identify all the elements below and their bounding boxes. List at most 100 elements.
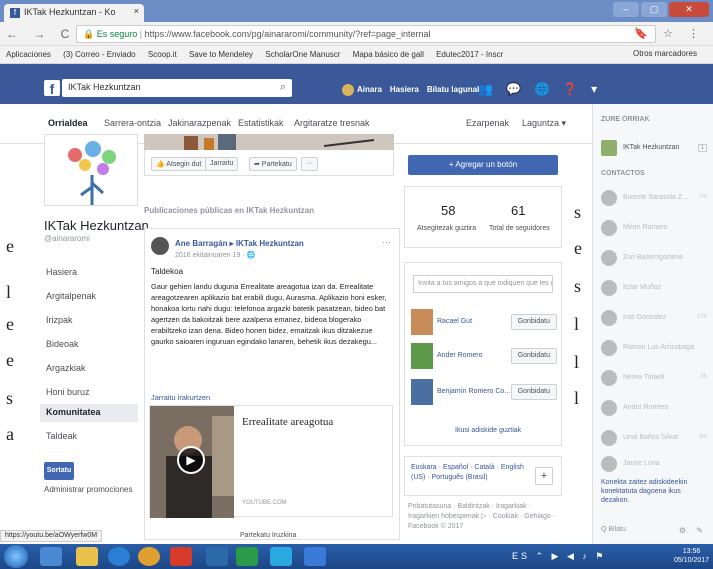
user-name[interactable]: Ainara bbox=[357, 85, 382, 94]
excel-icon[interactable] bbox=[236, 547, 258, 566]
add-button[interactable]: + Agregar un botón bbox=[408, 155, 558, 175]
network-icon[interactable] bbox=[206, 547, 228, 566]
tab-insights[interactable]: Estatistikak bbox=[238, 118, 284, 128]
left-nav-about[interactable]: Honi buruz bbox=[40, 384, 138, 402]
home-link[interactable]: Hasiera bbox=[390, 85, 419, 94]
bookmark-apps[interactable]: Aplicaciones bbox=[6, 50, 51, 59]
invite-button[interactable]: Gonbidatu bbox=[510, 384, 557, 400]
contact-name: Itziar Muñoz bbox=[623, 284, 662, 291]
avatar[interactable] bbox=[411, 309, 433, 335]
add-language-button[interactable]: + bbox=[535, 467, 553, 485]
invite-button[interactable]: Gonbidatu bbox=[510, 314, 557, 330]
more-button[interactable]: ··· bbox=[301, 157, 318, 171]
post-options-icon[interactable]: ··· bbox=[382, 237, 391, 247]
search-icon[interactable]: ⌕ bbox=[280, 81, 286, 94]
skype-icon[interactable] bbox=[270, 547, 292, 566]
contact-row[interactable]: Unai Baños Silvat 3m bbox=[601, 430, 707, 448]
left-nav-videos[interactable]: Bideoak bbox=[40, 336, 138, 354]
tab-page[interactable]: Orrialdea bbox=[48, 118, 88, 128]
notification-icons[interactable]: 👥 💬 🌐 ❓ ▾ bbox=[478, 82, 602, 96]
left-nav-photos[interactable]: Argazkiak bbox=[40, 360, 138, 378]
see-all-friends-link[interactable]: Ikusi adiskide guztiak bbox=[455, 427, 521, 434]
clock[interactable]: 13:56 05/10/2017 bbox=[674, 547, 709, 565]
avatar[interactable] bbox=[411, 379, 433, 405]
tab-inbox[interactable]: Sarrera-ontzia bbox=[104, 118, 161, 128]
contact-row[interactable]: Ramon Lus Arrizabaga bbox=[601, 340, 707, 358]
invite-search-input[interactable]: Invita a tus amigos a que indiquen que l… bbox=[413, 275, 553, 293]
friend-name[interactable]: Benjamín Romero Co... bbox=[437, 388, 510, 395]
url-input[interactable]: 🔒 Es seguro | https://www.facebook.com/p… bbox=[76, 25, 656, 43]
chat-note[interactable]: Konekta zaitez adiskideekin konektatuta … bbox=[601, 478, 707, 505]
contact-row[interactable]: Itziar Muñoz bbox=[601, 280, 707, 298]
other-bookmarks[interactable]: Otros marcadores bbox=[632, 49, 697, 58]
explorer-icon[interactable] bbox=[40, 547, 62, 566]
video-thumbnail[interactable]: ▶ bbox=[150, 406, 234, 518]
page-shortcut[interactable]: IKTak Hezkuntzan 1 bbox=[601, 140, 707, 158]
left-nav-home[interactable]: Hasiera bbox=[40, 264, 138, 282]
friend-name[interactable]: Ander Romero bbox=[437, 352, 483, 359]
tab-publishing-tools[interactable]: Argitaratze tresnak bbox=[294, 118, 370, 128]
word-icon[interactable] bbox=[304, 547, 326, 566]
avatar[interactable] bbox=[411, 343, 433, 369]
follow-button[interactable]: Jarraitu bbox=[205, 157, 239, 171]
friend-name[interactable]: Racael Gut bbox=[437, 318, 472, 325]
bookmark-mendeley[interactable]: Save to Mendeley bbox=[189, 50, 253, 59]
play-icon[interactable]: ▶ bbox=[177, 446, 205, 474]
close-window-button[interactable]: ✕ bbox=[669, 2, 709, 17]
maximize-button[interactable]: ▢ bbox=[641, 2, 667, 17]
invite-button[interactable]: Gonbidatu bbox=[510, 348, 557, 364]
post-author[interactable]: Ane Barragán ▸ IKTak Hezkuntzan bbox=[175, 239, 304, 248]
share-button[interactable]: ➦ Partekatu bbox=[249, 157, 297, 171]
link-title[interactable]: Errealitate areagotua bbox=[242, 416, 333, 428]
bookmark-map[interactable]: Mapa básico de gall bbox=[353, 50, 424, 59]
manage-promotions-link[interactable]: Administrar promociones bbox=[44, 485, 132, 494]
contact-row[interactable]: Irati Gonzalez 10h bbox=[601, 310, 707, 328]
contact-row[interactable]: Nerea Tiriaeli 2h bbox=[601, 370, 707, 388]
tab-settings[interactable]: Ezarpenak bbox=[466, 118, 509, 128]
lock-icon: 🔒 bbox=[83, 29, 97, 39]
chat-settings-icon[interactable]: ⚙ ✎ bbox=[679, 526, 707, 535]
pdf-icon[interactable] bbox=[170, 547, 192, 566]
facebook-logo-icon[interactable]: f bbox=[44, 80, 60, 97]
bookmark-scoopit[interactable]: Scoop.it bbox=[148, 50, 177, 59]
contact-row[interactable]: Ander Romero bbox=[601, 400, 707, 418]
left-nav-reviews[interactable]: Irizpak bbox=[40, 312, 138, 330]
page-title: IKTak Hezkuntzan bbox=[44, 218, 149, 233]
post-action-links[interactable]: Partekatu Iruzkina bbox=[240, 532, 296, 539]
address-icons[interactable]: 🔖 ☆ ⋮ bbox=[634, 27, 705, 40]
page-profile-picture[interactable] bbox=[44, 134, 138, 206]
minimize-button[interactable]: – bbox=[613, 2, 639, 17]
tab-close-icon[interactable]: × bbox=[134, 6, 139, 16]
chat-search-input[interactable]: Q Bilatu bbox=[601, 526, 626, 533]
facebook-search-input[interactable]: IKTak Hezkuntzan ⌕ bbox=[62, 79, 292, 97]
left-nav-posts[interactable]: Argitalpenak bbox=[40, 288, 138, 306]
continue-reading-link[interactable]: Jarraitu irakurtzen bbox=[151, 393, 210, 402]
contact-row[interactable]: Miren Romero bbox=[601, 220, 707, 238]
like-button[interactable]: 👍 Atsegin dut bbox=[151, 157, 207, 171]
left-nav-community[interactable]: Komunitatea bbox=[40, 404, 138, 422]
create-button[interactable]: Sortatu bbox=[44, 462, 74, 480]
avatar[interactable] bbox=[342, 84, 354, 96]
contact-row[interactable]: Janire Loria bbox=[601, 456, 707, 474]
internet-explorer-icon[interactable] bbox=[108, 547, 130, 566]
language-links[interactable]: Euskara · Español · Català · English (US… bbox=[411, 463, 531, 483]
contact-row[interactable]: Bixente Sarasola Z... 7m bbox=[601, 190, 707, 208]
browser-tab[interactable]: f IKTak Hezkuntzan - Ko × bbox=[4, 4, 144, 22]
post-date[interactable]: 2016 ekitainuaren 19 · 🌐 bbox=[175, 251, 255, 259]
find-friends-link[interactable]: Bilatu lagunak bbox=[427, 85, 482, 94]
tab-help[interactable]: Laguntza ▾ bbox=[522, 118, 566, 129]
post-body: Gaur gehien landu duguna Errealitate are… bbox=[151, 282, 387, 346]
chrome-icon[interactable] bbox=[138, 547, 160, 566]
bookmark-edutec[interactable]: Edutec2017 - Inscr bbox=[436, 50, 503, 59]
contact-row[interactable]: Zuri Baserrigortena bbox=[601, 250, 707, 268]
bookmark-mail[interactable]: (3) Correo - Enviado bbox=[63, 50, 135, 59]
link-preview-card[interactable]: ▶ Errealitate areagotua YOUTUBE.COM bbox=[149, 405, 393, 518]
system-tray-icons[interactable]: ES ⌃ ▶ ◀ ♪ ⚑ bbox=[512, 551, 606, 562]
footer-links[interactable]: Pribatutasuna · Baldintzak · Iragarkiak … bbox=[408, 502, 562, 532]
left-nav-groups[interactable]: Taldeak bbox=[40, 428, 138, 446]
avatar[interactable] bbox=[151, 237, 169, 255]
folder-icon[interactable] bbox=[76, 547, 98, 566]
bookmark-scholarone[interactable]: ScholarOne Manuscr bbox=[265, 50, 340, 59]
tab-notifications[interactable]: Jakinarazpenak bbox=[168, 118, 231, 128]
start-button[interactable] bbox=[4, 545, 28, 568]
